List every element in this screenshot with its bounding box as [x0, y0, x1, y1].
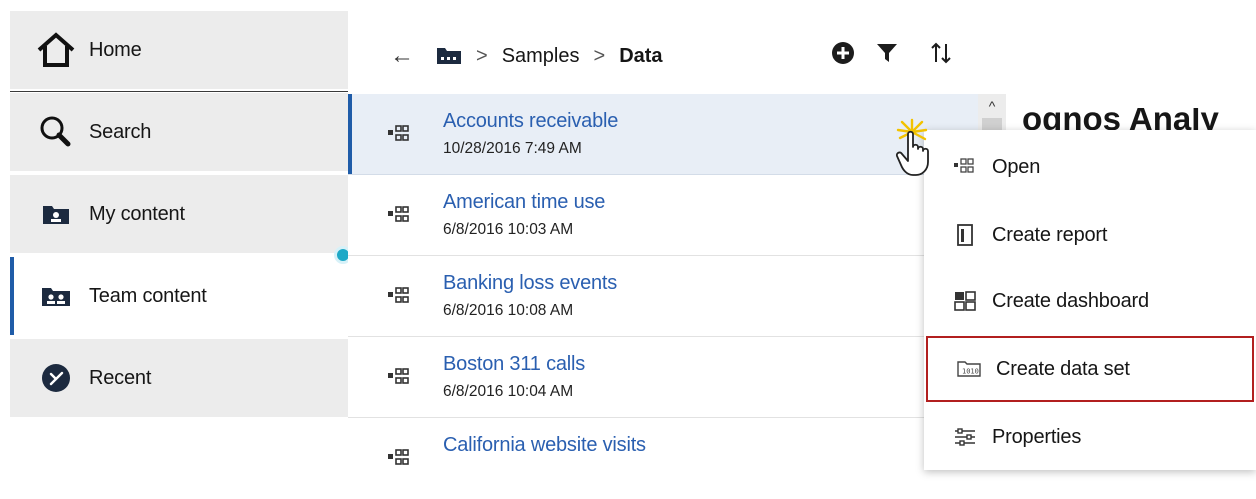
file-row-banking-loss-events[interactable]: Banking loss events 6/8/2016 10:08 AM	[348, 256, 978, 337]
add-icon[interactable]	[830, 40, 856, 66]
data-module-icon	[388, 448, 410, 468]
data-module-icon	[388, 367, 410, 387]
chevron-right-icon: >	[476, 44, 488, 67]
file-row-boston-311-calls[interactable]: Boston 311 calls 6/8/2016 10:04 AM	[348, 337, 978, 418]
file-title[interactable]: Banking loss events	[443, 272, 617, 295]
data-module-icon	[388, 205, 410, 225]
menu-item-label: Properties	[992, 425, 1082, 448]
nav-item-label: Home	[89, 38, 142, 61]
home-icon	[34, 30, 78, 70]
left-navigation: Home Search My content Team content Rece…	[0, 0, 352, 459]
data-module-icon	[388, 286, 410, 306]
menu-item-create-dashboard[interactable]: Create dashboard	[924, 268, 1256, 334]
nav-item-my-content[interactable]: My content	[10, 175, 348, 253]
breadcrumb-item-current: Data	[619, 44, 663, 67]
file-date: 6/8/2016 10:03 AM	[443, 221, 574, 238]
divider	[10, 91, 348, 92]
data-module-icon	[388, 124, 410, 144]
menu-item-properties[interactable]: Properties	[924, 404, 1256, 470]
report-icon	[952, 224, 978, 246]
nav-item-home[interactable]: Home	[10, 11, 348, 89]
menu-item-label: Create data set	[996, 357, 1130, 380]
nav-item-team-content[interactable]: Team content	[10, 257, 348, 335]
svg-text:1010: 1010	[962, 368, 979, 376]
sort-icon[interactable]	[928, 40, 954, 66]
breadcrumb-item-samples[interactable]: Samples	[502, 45, 580, 68]
breadcrumb: ← > Samples > Data	[390, 36, 663, 76]
open-icon	[952, 156, 978, 178]
back-arrow-icon[interactable]: ←	[390, 42, 418, 70]
file-title[interactable]: Boston 311 calls	[443, 353, 585, 376]
file-date: 6/8/2016 10:04 AM	[443, 383, 574, 400]
menu-item-label: Create dashboard	[992, 289, 1149, 312]
chevron-right-icon: >	[593, 44, 606, 67]
scroll-up-icon[interactable]: ^	[982, 96, 1002, 116]
file-date: 10/28/2016 7:49 AM	[443, 140, 582, 157]
menu-item-create-report[interactable]: Create report	[924, 202, 1256, 268]
menu-item-open[interactable]: Open	[924, 134, 1256, 200]
my-content-icon	[34, 194, 78, 234]
dashboard-icon	[952, 290, 978, 312]
menu-item-label: Open	[992, 155, 1041, 178]
properties-icon	[952, 426, 978, 448]
file-title[interactable]: Accounts receivable	[443, 110, 618, 133]
file-row-american-time-use[interactable]: American time use 6/8/2016 10:03 AM	[348, 175, 978, 256]
nav-item-label: Recent	[89, 366, 152, 389]
menu-item-label: Create report	[992, 223, 1108, 246]
file-date: 6/8/2016 10:08 AM	[443, 302, 574, 319]
data-set-icon: 1010	[956, 358, 982, 380]
team-content-icon	[34, 276, 78, 316]
file-title[interactable]: California website visits	[443, 434, 646, 457]
nav-item-label: My content	[89, 202, 185, 225]
search-icon	[34, 112, 78, 152]
file-row-accounts-receivable[interactable]: Accounts receivable 10/28/2016 7:49 AM	[348, 94, 978, 175]
nav-item-label: Search	[89, 120, 152, 143]
nav-item-search[interactable]: Search	[10, 93, 348, 171]
nav-item-label: Team content	[89, 284, 207, 307]
nav-item-recent[interactable]: Recent	[10, 339, 348, 417]
recent-icon	[34, 358, 78, 398]
filter-icon[interactable]	[874, 40, 900, 66]
folder-icon[interactable]	[436, 47, 462, 65]
menu-item-create-data-set[interactable]: 1010 Create data set	[926, 336, 1254, 402]
hand-cursor-icon	[892, 118, 936, 178]
context-menu: Open Create report Create dashboard 1010…	[924, 130, 1256, 470]
file-title[interactable]: American time use	[443, 191, 605, 214]
